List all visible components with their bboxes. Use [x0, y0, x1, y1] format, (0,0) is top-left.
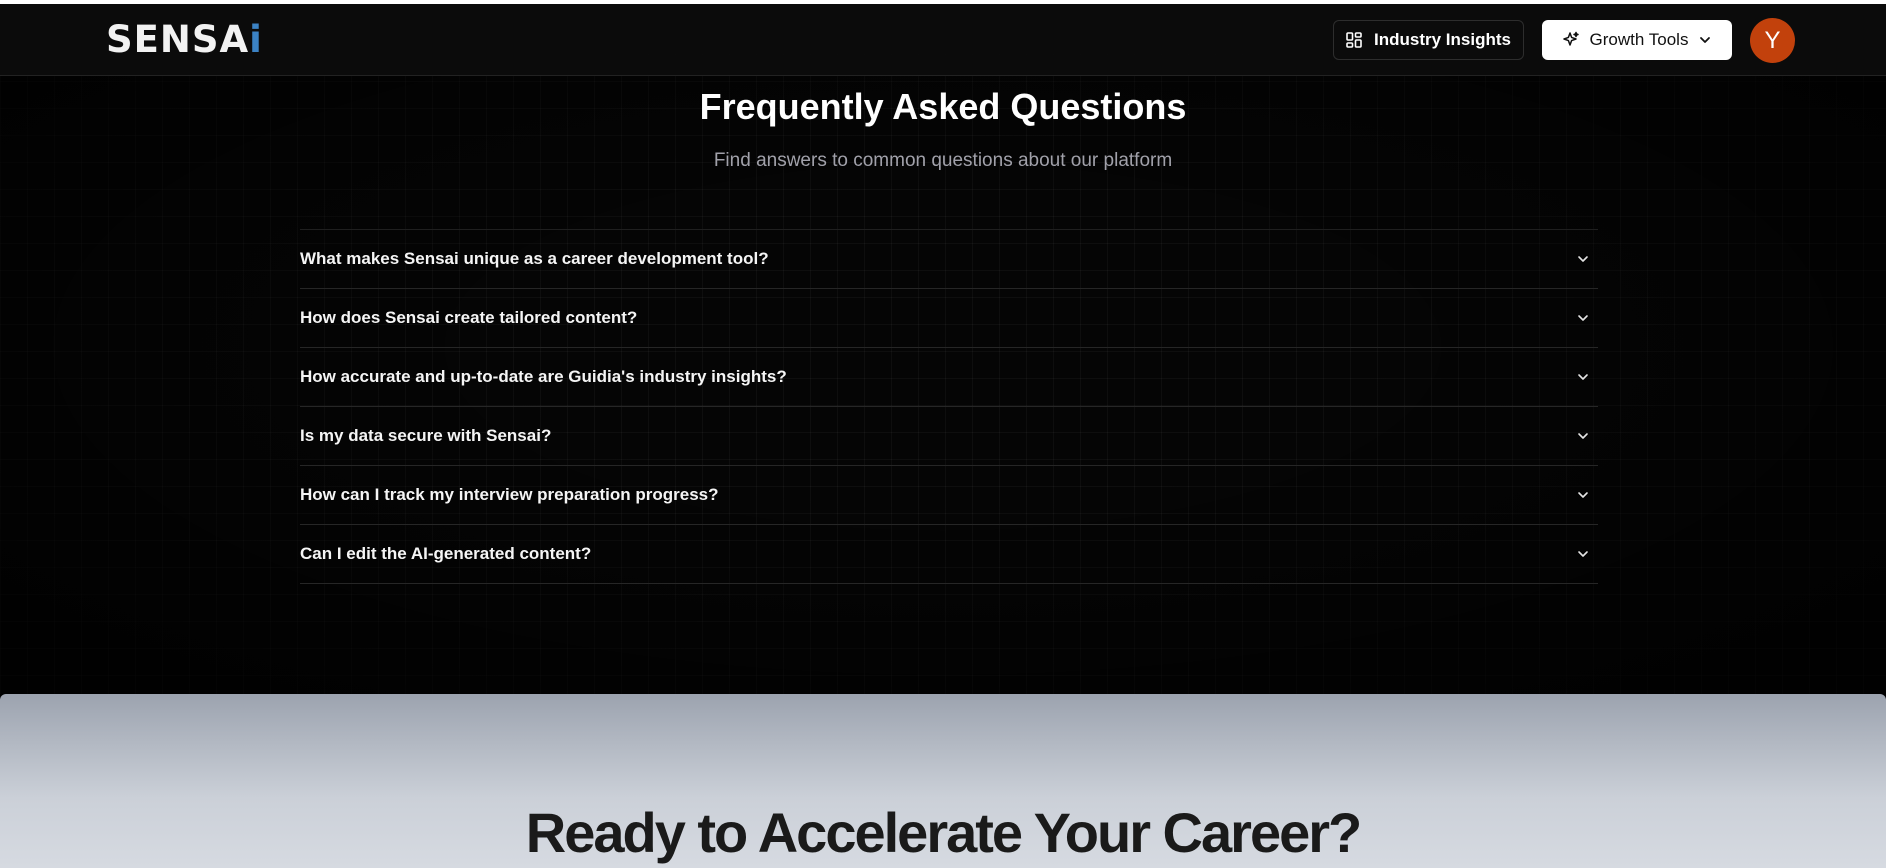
- top-navbar: SENSAi Industry Insights Growth Tools Y: [0, 4, 1886, 76]
- industry-insights-button[interactable]: Industry Insights: [1333, 20, 1524, 60]
- chevron-down-icon: [1698, 33, 1712, 47]
- growth-tools-label: Growth Tools: [1589, 30, 1689, 49]
- growth-tools-dropdown[interactable]: Growth Tools: [1542, 20, 1732, 60]
- faq-subtitle: Find answers to common questions about o…: [713, 150, 1173, 171]
- chevron-down-icon: [1576, 370, 1590, 384]
- faq-item[interactable]: Is my data secure with Sensai?: [300, 407, 1598, 466]
- chevron-down-icon: [1576, 311, 1590, 325]
- sensai-logo[interactable]: SENSAi: [106, 20, 263, 60]
- user-avatar[interactable]: Y: [1750, 18, 1795, 63]
- faq-item[interactable]: What makes Sensai unique as a career dev…: [300, 230, 1598, 289]
- faq-item[interactable]: How does Sensai create tailored content?: [300, 289, 1598, 348]
- faq-item[interactable]: Can I edit the AI-generated content?: [300, 525, 1598, 584]
- faq-item[interactable]: How can I track my interview preparation…: [300, 466, 1598, 525]
- faq-item[interactable]: How accurate and up-to-date are Guidia's…: [300, 348, 1598, 407]
- cta-section: Ready to Accelerate Your Career?: [0, 694, 1886, 868]
- industry-insights-label: Industry Insights: [1374, 30, 1511, 49]
- chevron-down-icon: [1576, 252, 1590, 266]
- faq-question: How can I track my interview preparation…: [300, 485, 719, 504]
- layout-dashboard-icon: [1346, 32, 1362, 48]
- cta-title: Ready to Accelerate Your Career?: [525, 801, 1362, 864]
- logo-accent-text: i: [249, 18, 263, 61]
- chevron-down-icon: [1576, 429, 1590, 443]
- sparkles-icon: [1562, 31, 1580, 49]
- faq-question: How does Sensai create tailored content?: [300, 308, 638, 327]
- faq-accordion: What makes Sensai unique as a career dev…: [300, 229, 1598, 584]
- chevron-down-icon: [1576, 488, 1590, 502]
- faq-question: What makes Sensai unique as a career dev…: [300, 249, 769, 268]
- faq-question: Can I edit the AI-generated content?: [300, 544, 592, 563]
- faq-question: How accurate and up-to-date are Guidia's…: [300, 367, 787, 386]
- faq-question: Is my data secure with Sensai?: [300, 426, 552, 445]
- logo-text: SENSA: [106, 18, 250, 61]
- chevron-down-icon: [1576, 547, 1590, 561]
- faq-title: Frequently Asked Questions: [699, 86, 1187, 127]
